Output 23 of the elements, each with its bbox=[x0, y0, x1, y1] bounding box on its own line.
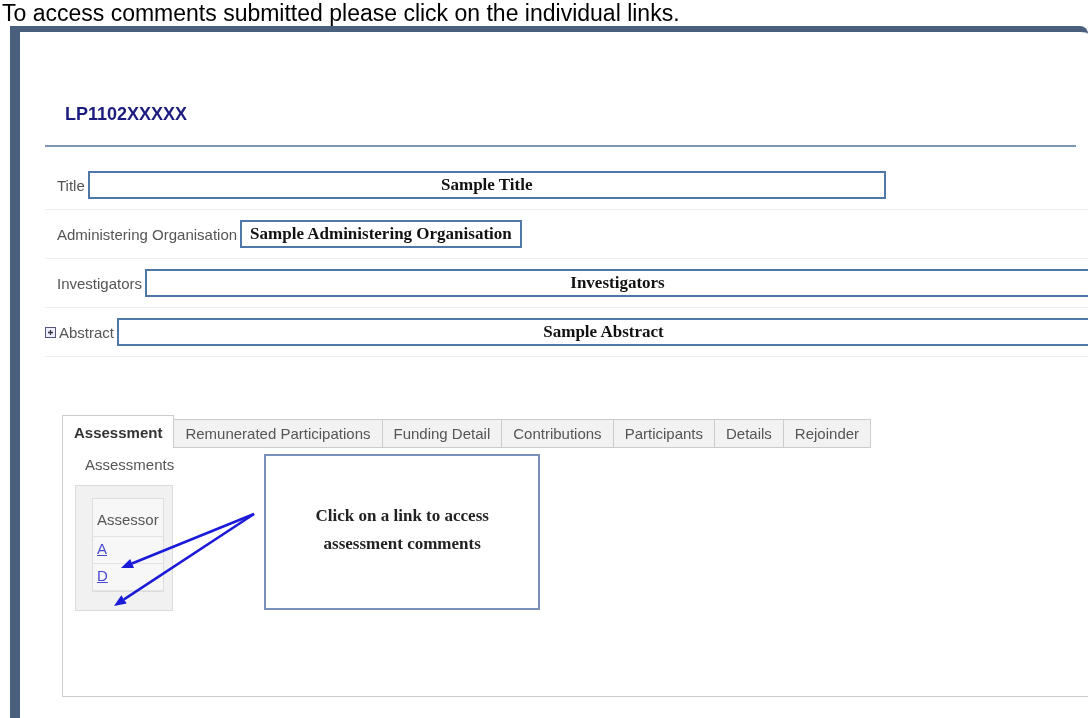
field-label: Abstract bbox=[59, 323, 115, 341]
tab[interactable]: Contributions bbox=[502, 419, 614, 448]
field-value: Sample Administering Organisation bbox=[240, 220, 522, 248]
field-label: Title bbox=[57, 176, 85, 194]
field-label: Investigators bbox=[57, 274, 143, 292]
column-header: Assessor bbox=[93, 499, 163, 537]
field-label: Administering Organisation bbox=[57, 225, 238, 243]
tab[interactable]: Details bbox=[715, 419, 784, 448]
instruction-text: To access comments submitted please click on the individual links. bbox=[1, 0, 680, 26]
tab[interactable]: Rejoinder bbox=[783, 419, 872, 448]
tab[interactable]: Assessment bbox=[62, 415, 175, 448]
assessor-link[interactable]: D bbox=[97, 567, 108, 584]
grant-code: LP1102XXXXX bbox=[65, 104, 189, 125]
tab[interactable]: Funding Detail bbox=[382, 419, 503, 448]
field-value: Sample Abstract bbox=[117, 318, 1088, 346]
callout-text: Click on a link to access assessment comments bbox=[315, 505, 489, 555]
tab[interactable]: Participants bbox=[613, 419, 715, 448]
assessor-link[interactable]: A bbox=[97, 540, 107, 557]
section-heading: Assessments bbox=[85, 456, 175, 473]
field-value: Sample Title bbox=[87, 171, 886, 199]
field-value: Investigators bbox=[145, 269, 1088, 297]
tab[interactable]: Remunerated Participations bbox=[174, 419, 383, 448]
expand-icon[interactable] bbox=[45, 326, 56, 338]
